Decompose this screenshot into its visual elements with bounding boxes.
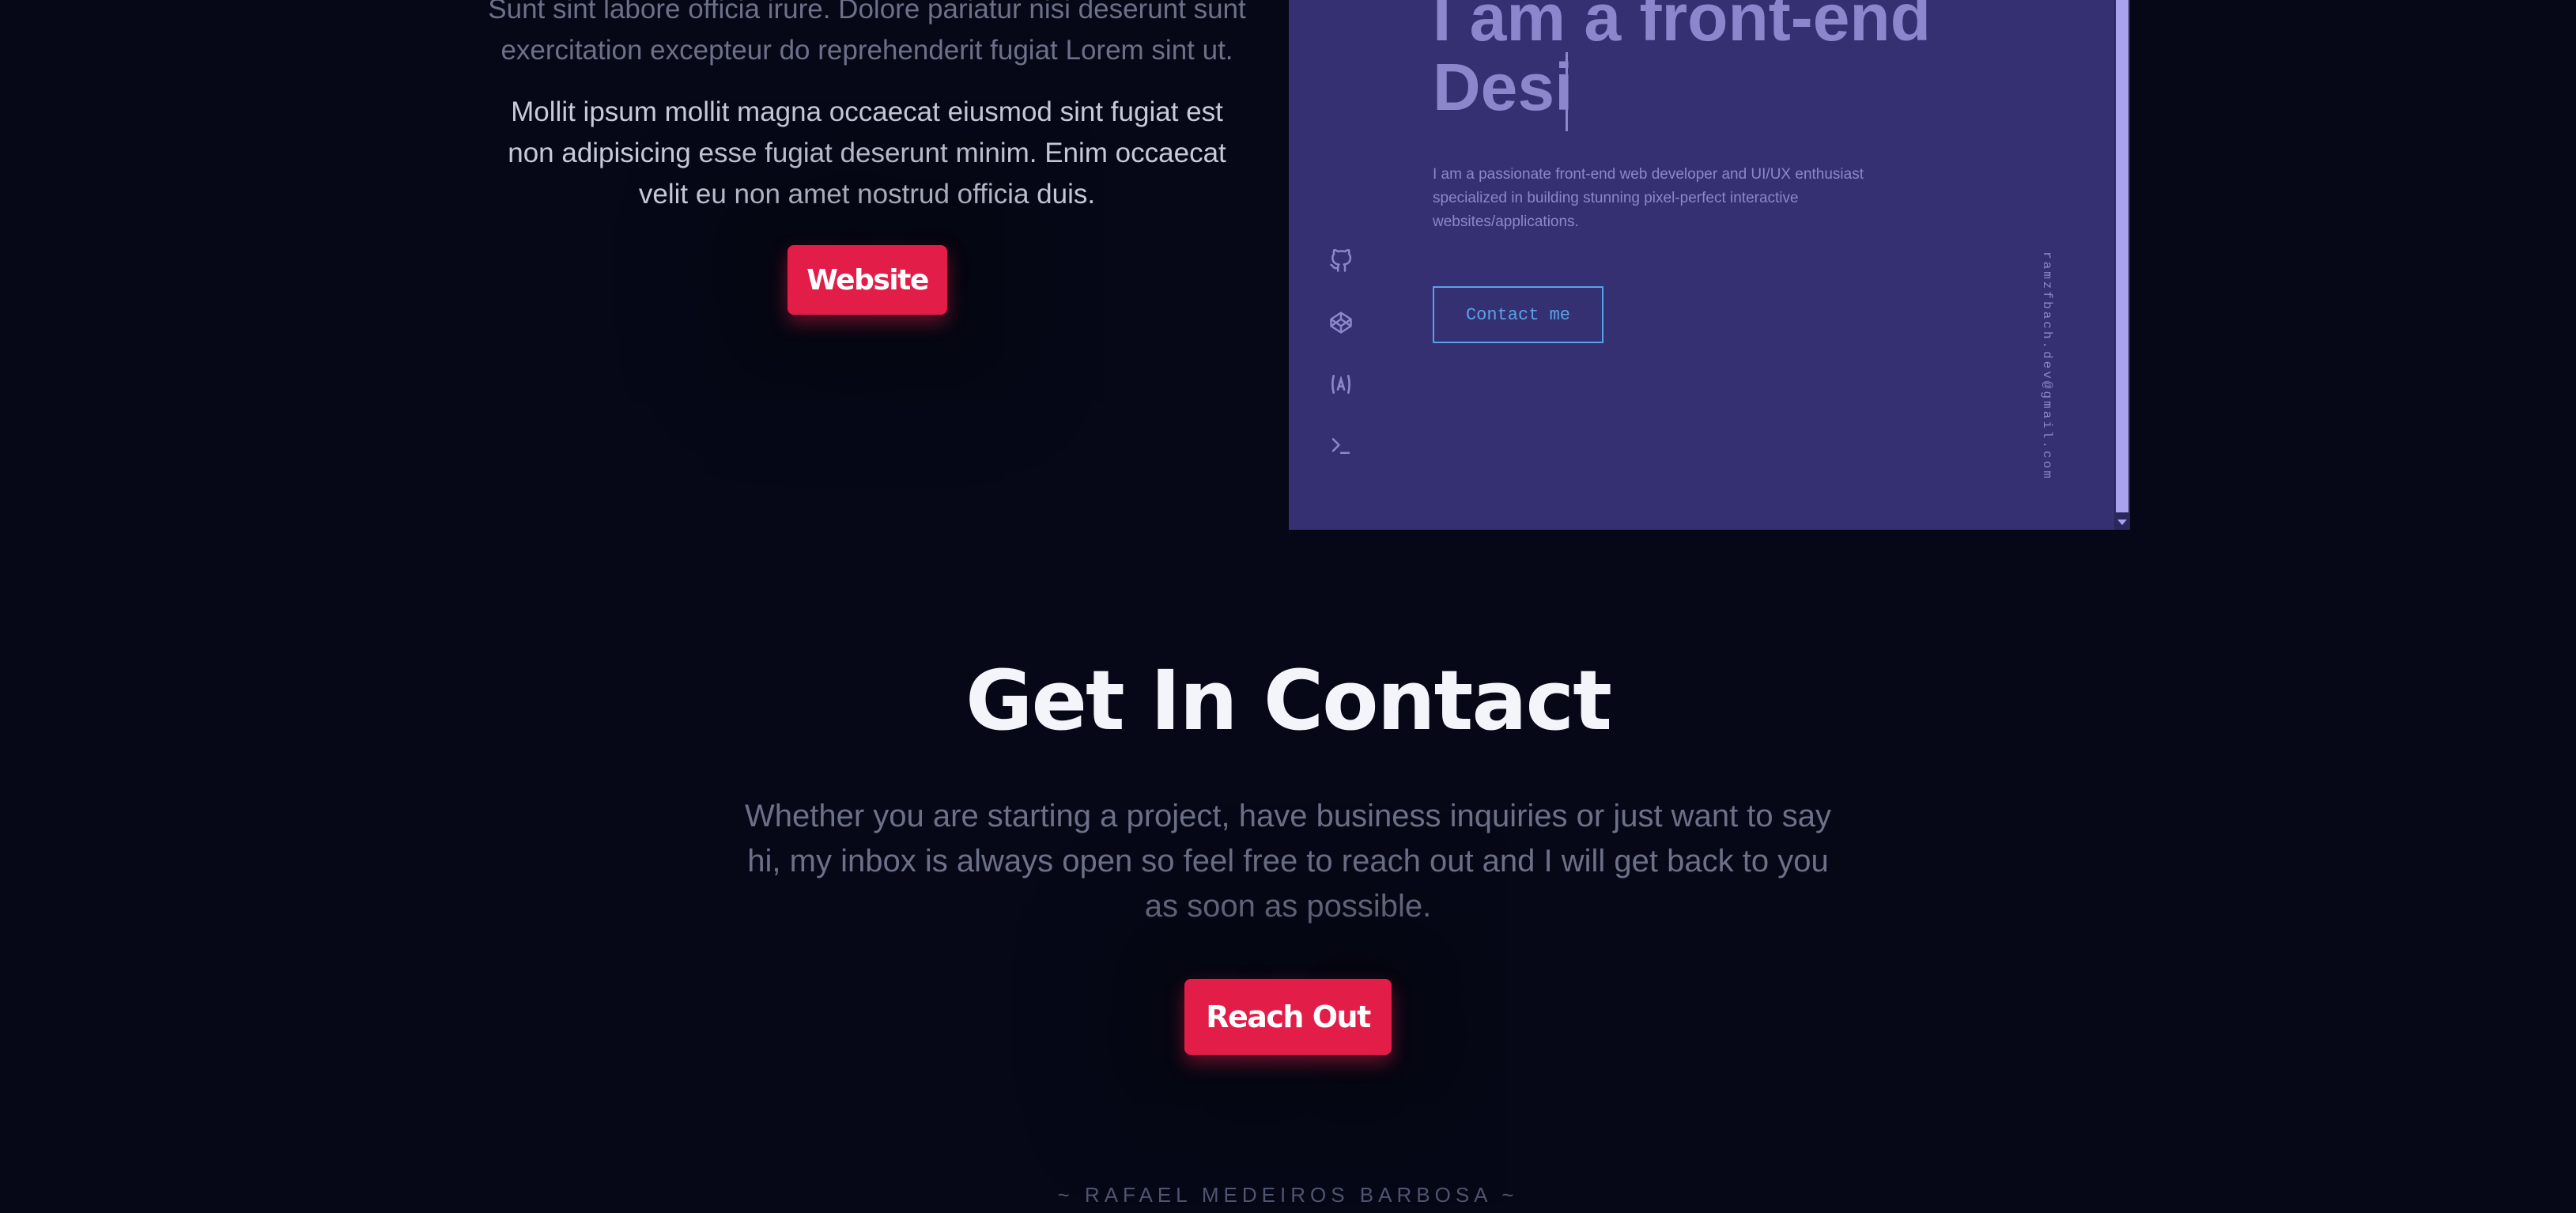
website-button[interactable]: Website bbox=[788, 245, 947, 315]
terminal-icon[interactable] bbox=[1327, 432, 1355, 460]
preview-hero-title: I am a front-end Desi bbox=[1433, 0, 1932, 124]
angular-icon[interactable] bbox=[1327, 370, 1355, 399]
reach-out-button[interactable]: Reach Out bbox=[1184, 979, 1392, 1055]
preview-hero-description: I am a passionate front-end web develope… bbox=[1433, 166, 1864, 230]
scroll-down-arrow-icon[interactable] bbox=[2117, 520, 2127, 525]
preview-scrollbar[interactable] bbox=[2114, 0, 2130, 530]
contact-text: Whether you are starting a project, have… bbox=[744, 799, 1832, 924]
vertical-email[interactable]: ramzfbach.dev@gmail.com bbox=[2040, 251, 2054, 481]
codepen-icon[interactable] bbox=[1327, 308, 1355, 337]
github-icon[interactable] bbox=[1327, 247, 1355, 275]
project-paragraph-faded: Sunt sint labore officia irure. Dolore p… bbox=[488, 0, 1246, 66]
typing-caret bbox=[1566, 52, 1568, 131]
project-preview: I am a front-end Desi I am a passionate … bbox=[1289, 0, 2130, 530]
contact-me-button[interactable]: Contact me bbox=[1433, 286, 1603, 343]
preview-scrollbar-thumb[interactable] bbox=[2116, 0, 2128, 512]
project-paragraph: Mollit ipsum mollit magna occaecat eiusm… bbox=[508, 96, 1226, 210]
contact-title: Get In Contact bbox=[965, 652, 1612, 749]
footer-credit: ~ RAFAEL MEDEIROS BARBOSA ~ bbox=[1057, 1183, 1519, 1207]
